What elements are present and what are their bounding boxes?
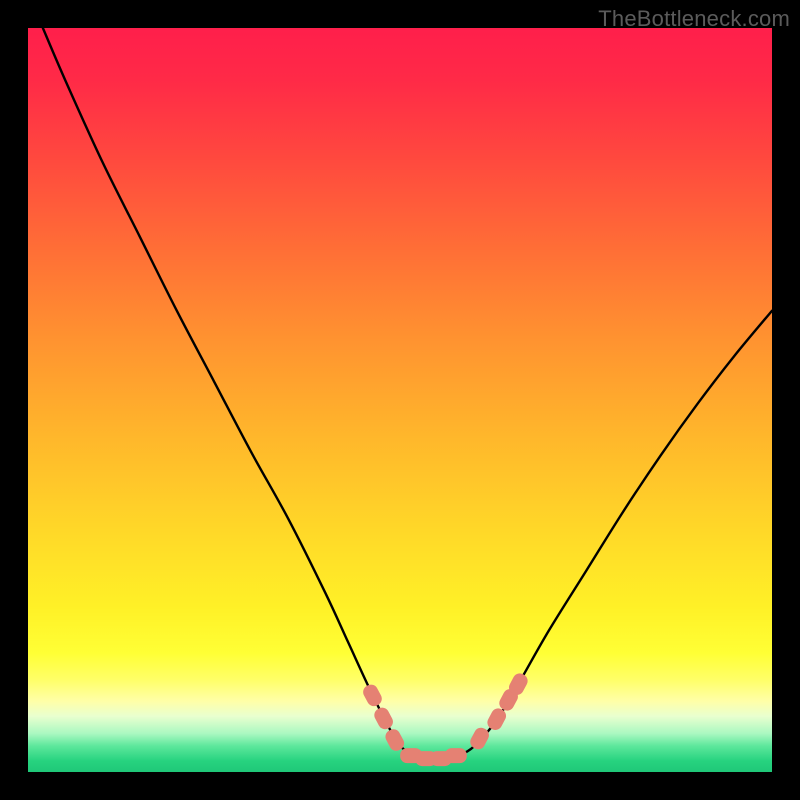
- chart-frame: TheBottleneck.com: [0, 0, 800, 800]
- marker-flat-4: [445, 748, 467, 763]
- plot-area: [28, 28, 772, 772]
- gradient-bg: [28, 28, 772, 772]
- watermark-text: TheBottleneck.com: [598, 6, 790, 32]
- chart-svg: [28, 28, 772, 772]
